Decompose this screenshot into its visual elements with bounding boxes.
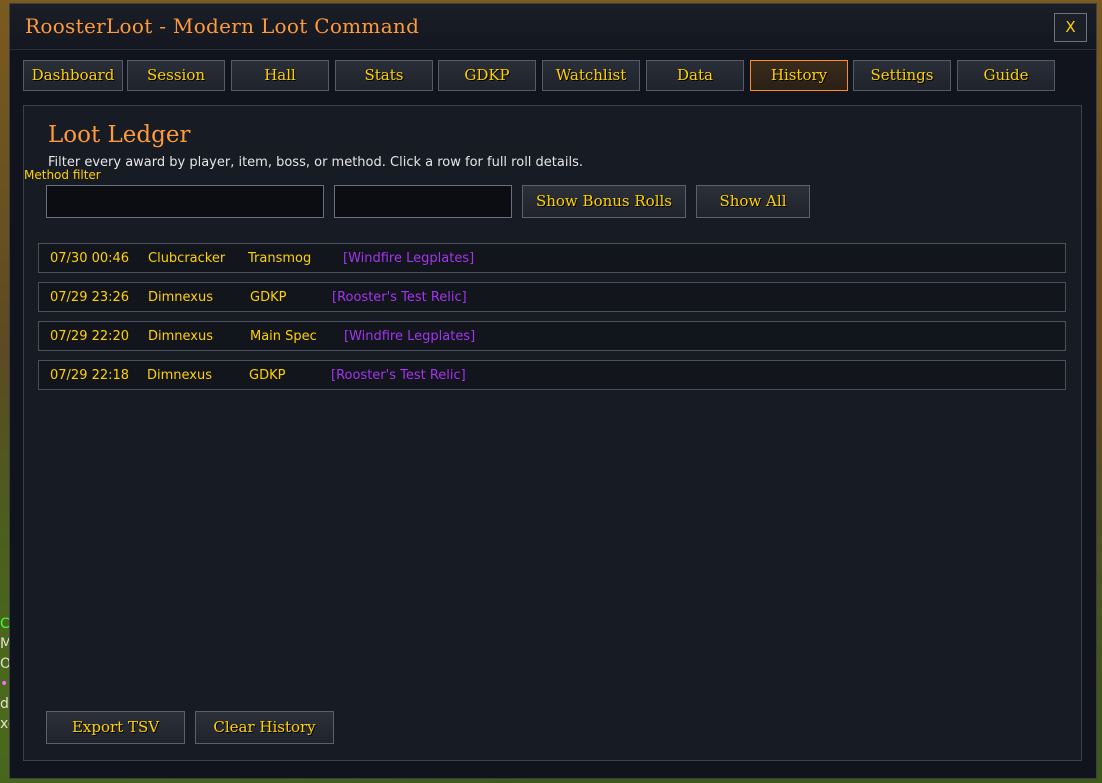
tab-watchlist[interactable]: Watchlist: [542, 60, 640, 91]
show-all-button[interactable]: Show All: [696, 185, 810, 218]
row-player: Dimnexus: [148, 329, 213, 344]
window-title: RoosterLoot - Modern Loot Command: [25, 14, 420, 38]
clear-history-button[interactable]: Clear History: [195, 711, 334, 744]
row-method: GDKP: [249, 368, 286, 383]
row-time: 07/29 22:18: [50, 368, 130, 383]
row-method: GDKP: [250, 290, 287, 305]
row-method: Main Spec: [250, 329, 317, 344]
row-player: Dimnexus: [148, 290, 213, 305]
row-player: Clubcracker: [148, 251, 226, 266]
row-time: 07/29 22:20: [50, 329, 130, 344]
export-tsv-button[interactable]: Export TSV: [46, 711, 185, 744]
row-item-link[interactable]: [Rooster's Test Relic]: [331, 368, 466, 383]
tab-history[interactable]: History: [750, 60, 848, 91]
row-time: 07/30 00:46: [50, 251, 130, 266]
row-player: Dimnexus: [147, 368, 212, 383]
search-input[interactable]: [46, 185, 324, 218]
close-button[interactable]: X: [1054, 13, 1087, 42]
tab-gdkp[interactable]: GDKP: [438, 60, 536, 91]
addon-window: RoosterLoot - Modern Loot Command X Dash…: [9, 3, 1097, 779]
page-subtitle: Filter every award by player, item, boss…: [48, 155, 583, 170]
table-row[interactable]: 07/30 00:46 Clubcracker Transmog [Windfi…: [38, 243, 1066, 273]
tab-session[interactable]: Session: [127, 60, 225, 91]
row-item-link[interactable]: [Windfire Legplates]: [344, 329, 475, 344]
page-title: Loot Ledger: [48, 122, 191, 148]
show-bonus-rolls-button[interactable]: Show Bonus Rolls: [522, 185, 686, 218]
history-panel: Loot Ledger Filter every award by player…: [23, 105, 1082, 761]
method-filter-label: Method filter: [24, 168, 101, 182]
tab-dashboard[interactable]: Dashboard: [23, 60, 123, 91]
row-item-link[interactable]: [Windfire Legplates]: [343, 251, 474, 266]
table-row[interactable]: 07/29 22:20 Dimnexus Main Spec [Windfire…: [38, 321, 1066, 351]
tab-data[interactable]: Data: [646, 60, 744, 91]
row-item-link[interactable]: [Rooster's Test Relic]: [332, 290, 467, 305]
tab-settings[interactable]: Settings: [853, 60, 951, 91]
table-row[interactable]: 07/29 23:26 Dimnexus GDKP [Rooster's Tes…: [38, 282, 1066, 312]
row-method: Transmog: [248, 251, 312, 266]
tab-hall[interactable]: Hall: [231, 60, 329, 91]
title-bar[interactable]: RoosterLoot - Modern Loot Command X: [10, 4, 1096, 50]
tab-guide[interactable]: Guide: [957, 60, 1055, 91]
method-filter-input[interactable]: [334, 185, 512, 218]
table-row[interactable]: 07/29 22:18 Dimnexus GDKP [Rooster's Tes…: [38, 360, 1066, 390]
row-time: 07/29 23:26: [50, 290, 130, 305]
tab-stats[interactable]: Stats: [335, 60, 433, 91]
